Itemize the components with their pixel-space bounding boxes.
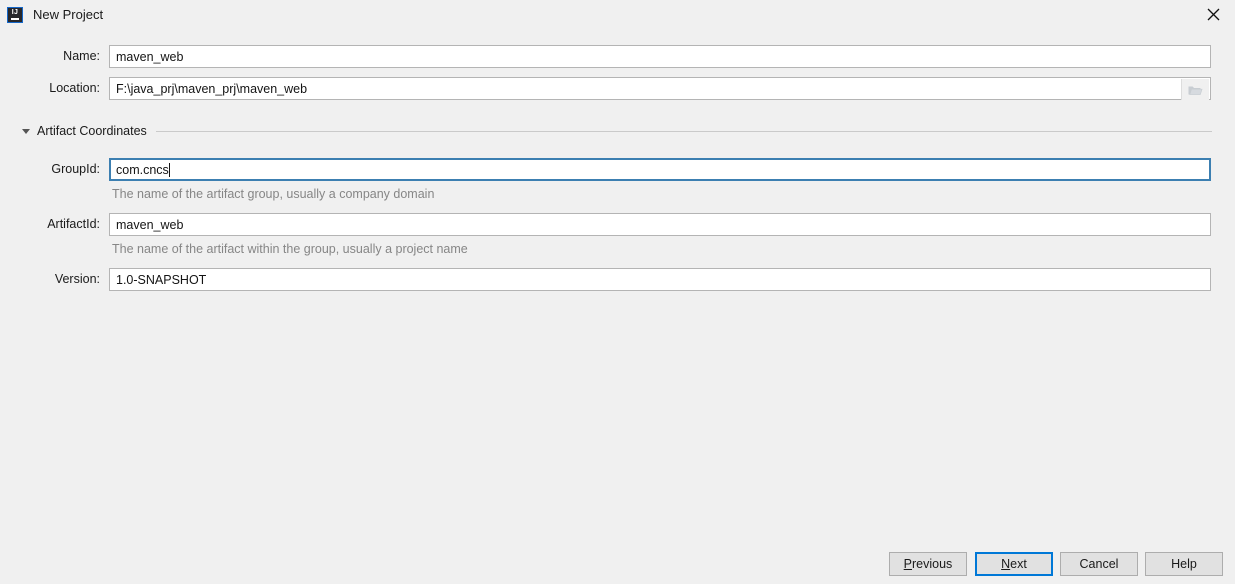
artifactid-label: ArtifactId: — [47, 217, 100, 231]
previous-button-label: revious — [912, 557, 953, 571]
location-input[interactable]: F:\java_prj\maven_prj\maven_web — [109, 77, 1211, 100]
help-button[interactable]: Help — [1145, 552, 1223, 576]
previous-button-mnemonic: P — [903, 557, 913, 571]
window-titlebar: IJ New Project — [0, 0, 1235, 29]
name-input[interactable]: maven_web — [109, 45, 1211, 68]
section-divider — [155, 130, 1212, 132]
text-caret — [168, 162, 170, 177]
version-label: Version: — [54, 272, 100, 286]
window-title: New Project — [33, 6, 104, 22]
location-input-value: F:\java_prj\maven_prj\maven_web — [116, 81, 308, 96]
cancel-button[interactable]: Cancel — [1060, 552, 1138, 576]
chevron-down-icon — [22, 128, 30, 134]
artifact-coordinates-section-title: Artifact Coordinates — [37, 124, 147, 138]
intellij-idea-icon: IJ — [7, 6, 23, 23]
dialog-content: Name: maven_web Location: F:\java_prj\ma… — [0, 29, 1235, 539]
artifactid-input-value: maven_web — [116, 217, 184, 232]
groupid-input[interactable]: com.cncs — [109, 158, 1211, 181]
folder-icon — [1188, 86, 1203, 95]
groupid-label: GroupId: — [51, 162, 100, 176]
next-button[interactable]: Next — [975, 552, 1053, 576]
artifactid-input[interactable]: maven_web — [109, 213, 1211, 236]
intellij-idea-icon-underbar — [11, 17, 19, 20]
groupid-hint: The name of the artifact group, usually … — [112, 187, 435, 201]
artifactid-hint: The name of the artifact within the grou… — [112, 242, 468, 256]
close-icon — [1207, 8, 1219, 21]
groupid-input-value: com.cncs — [116, 162, 169, 177]
previous-button[interactable]: Previous — [889, 552, 967, 576]
name-label: Name: — [63, 49, 100, 63]
next-button-label: ext — [1010, 557, 1027, 571]
next-button-mnemonic: N — [1001, 557, 1011, 571]
close-button[interactable] — [1191, 0, 1235, 29]
version-input-value: 1.0-SNAPSHOT — [116, 272, 207, 287]
version-input[interactable]: 1.0-SNAPSHOT — [109, 268, 1211, 291]
location-label: Location: — [49, 81, 100, 95]
name-input-value: maven_web — [116, 49, 184, 64]
dialog-button-bar: Previous Next Cancel Help — [0, 539, 1235, 584]
intellij-idea-icon-text: IJ — [11, 8, 19, 16]
location-browse-button[interactable] — [1181, 79, 1209, 100]
artifact-coordinates-section-header[interactable]: Artifact Coordinates — [22, 122, 1212, 140]
